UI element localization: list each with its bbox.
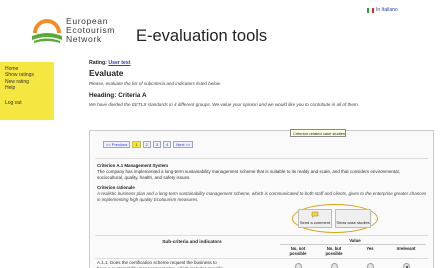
instruction-text: Please, evaluate the list of subcriteria…	[89, 81, 221, 86]
criterion-title: Criterion A.1 Management System	[97, 163, 169, 168]
rating-line: Rating: User test	[89, 60, 434, 66]
divider	[95, 258, 428, 259]
show-case-studies-label: Show case studies	[336, 220, 370, 225]
radio-no-but-possible[interactable]	[331, 263, 338, 268]
radio-no-not-possible[interactable]	[295, 263, 302, 268]
rationale-text: A realistic business plan and a long-ter…	[97, 191, 427, 202]
criterion-panel: << Previous 1 2 3 4 Next >> Criterion A.…	[89, 130, 434, 268]
criterion-text: The company has implemented a long-term …	[97, 169, 400, 180]
value-header: Value	[349, 238, 361, 243]
sidebar-item-help[interactable]: Help	[5, 85, 49, 91]
org-name: European Ecotourism Network	[66, 17, 115, 43]
app-title: E-evaluation tools	[136, 27, 268, 45]
case-studies-tooltip: Criterion-related case studies	[290, 129, 346, 137]
divider	[280, 244, 426, 245]
sidebar: Home Show ratings New rating Help Log ou…	[0, 62, 54, 120]
subcriteria-header: Sub-criteria and indicators	[162, 239, 222, 244]
rationale-title: Criterion rationale	[97, 185, 135, 190]
comment-icon	[311, 211, 319, 218]
org-name-line: Network	[66, 33, 102, 44]
ecotourism-logo-icon	[32, 19, 62, 43]
radio-irrelevant[interactable]	[403, 263, 410, 268]
language-link-label: In Italiano	[376, 7, 398, 13]
rating-user-link[interactable]: User test	[108, 60, 130, 66]
radio-yes[interactable]	[367, 263, 374, 268]
option-header-irrelevant: Irrelevant	[396, 246, 416, 251]
pager-page-button[interactable]: 1	[132, 141, 141, 148]
pager-next-button[interactable]: Next >>	[173, 141, 194, 148]
page-title: Evaluate	[89, 68, 124, 78]
table-row-text: A.1.1. Does the certification scheme req…	[97, 260, 223, 268]
send-comment-button[interactable]: Send a comment	[298, 209, 332, 228]
main-content: Rating: User test Evaluate Please, evalu…	[89, 60, 434, 108]
pager-previous-button[interactable]: << Previous	[103, 141, 131, 148]
section-description: We have divided the EETLS standards in 4…	[89, 102, 359, 107]
pager-page-button[interactable]: 2	[142, 141, 151, 148]
sidebar-item-logout[interactable]: Log out	[5, 100, 49, 106]
option-header-no-not-possible: No, not possible	[289, 246, 307, 256]
language-link[interactable]: In Italiano	[367, 7, 398, 13]
pager: << Previous 1 2 3 4 Next >>	[103, 141, 194, 148]
divider	[95, 235, 428, 236]
option-header-yes: Yes	[366, 246, 374, 251]
pager-page-button[interactable]: 4	[163, 141, 172, 148]
divider	[95, 158, 428, 159]
send-comment-label: Send a comment	[299, 220, 331, 225]
option-header-no-but-possible: No, but possible	[325, 246, 343, 256]
pager-page-button[interactable]: 3	[152, 141, 162, 148]
section-heading: Heading: Criteria A	[89, 92, 147, 99]
rating-label: Rating:	[89, 60, 107, 66]
show-case-studies-button[interactable]: Show case studies	[335, 209, 371, 228]
italian-flag-icon	[367, 7, 374, 13]
